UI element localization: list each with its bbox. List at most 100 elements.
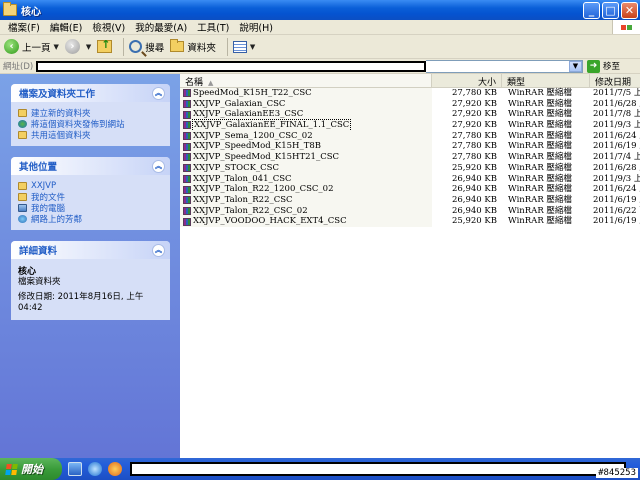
winrar-archive-icon bbox=[183, 100, 191, 109]
file-type: WinRAR 壓縮檔 bbox=[508, 162, 572, 173]
back-button[interactable]: ‹ 上一頁 ▼ bbox=[4, 37, 59, 57]
file-row[interactable]: XXJVP_SpeedMod_K15H_T8B 27,780 KB WinRAR 壓… bbox=[180, 141, 640, 153]
task-pane: 檔案及資料夾工作 ︽ 建立新的資料夾 將這個資料夾發佈到網站 共用這個資料夾 其… bbox=[0, 74, 180, 458]
file-name-cell[interactable]: XXJVP_Talon_R22_CSC_02 bbox=[180, 205, 432, 217]
other-places-panel: 其他位置 ︽ XXJVP 我的文件 我的電腦 網路上的芳鄰 bbox=[11, 157, 170, 230]
file-type: WinRAR 壓縮檔 bbox=[508, 120, 572, 131]
file-name: XXJVP_Talon_R22_CSC_02 bbox=[193, 205, 308, 216]
task-publish-web[interactable]: 將這個資料夾發佈到網站 bbox=[18, 118, 164, 130]
folder-icon bbox=[18, 181, 27, 190]
address-field-redacted[interactable] bbox=[36, 60, 426, 72]
window-title: 核心 bbox=[21, 6, 41, 18]
column-date[interactable]: 修改日期 bbox=[590, 74, 640, 87]
file-name-cell[interactable]: XXJVP_Talon_R22_CSC bbox=[180, 194, 432, 206]
winrar-archive-icon bbox=[183, 217, 191, 226]
go-button[interactable]: 移至 bbox=[603, 60, 620, 72]
file-name-cell[interactable]: XXJVP_Talon_041_CSC bbox=[180, 173, 432, 185]
task-new-folder[interactable]: 建立新的資料夾 bbox=[18, 107, 164, 119]
details-panel: 詳細資料 ︽ 核心 檔案資料夾 修改日期: 2011年8月16日, 上午 04:… bbox=[11, 241, 170, 320]
folder-icon bbox=[3, 2, 17, 16]
place-my-documents[interactable]: 我的文件 bbox=[18, 191, 164, 203]
winrar-archive-icon bbox=[183, 142, 191, 151]
forward-button[interactable]: › ▼ bbox=[64, 37, 91, 57]
title-bar[interactable]: 核心 _ □ ✕ bbox=[0, 0, 640, 20]
menu-edit[interactable]: 編輯(E) bbox=[45, 20, 87, 34]
my-documents-icon bbox=[18, 192, 27, 201]
internet-explorer-icon[interactable] bbox=[88, 462, 102, 476]
chevron-down-icon: ▼ bbox=[249, 42, 256, 51]
collapse-icon[interactable]: ︽ bbox=[152, 243, 165, 257]
menu-file[interactable]: 檔案(F) bbox=[3, 20, 45, 34]
file-name: SpeedMod_K15H_T22_CSC bbox=[193, 88, 312, 98]
menu-tools[interactable]: 工具(T) bbox=[192, 20, 234, 34]
file-name-cell[interactable]: XXJVP_Sema_1200_CSC_02 bbox=[180, 130, 432, 142]
maximize-button[interactable]: □ bbox=[602, 1, 619, 19]
place-xxjvp[interactable]: XXJVP bbox=[18, 180, 164, 191]
go-arrow-icon[interactable]: ➜ bbox=[587, 59, 600, 73]
folders-button[interactable]: 資料夾 bbox=[170, 37, 216, 57]
file-date: 2011/9/3 上午 bbox=[593, 173, 640, 184]
file-list[interactable]: 名稱 ▲ 大小 類型 修改日期 SpeedMod_K15H_T22_CSC 27,7… bbox=[180, 74, 640, 458]
file-size: 26,940 KB bbox=[451, 173, 497, 184]
up-folder-button[interactable] bbox=[97, 37, 113, 57]
chevron-down-icon[interactable]: ▼ bbox=[54, 43, 59, 51]
menu-bar: 檔案(F) 編輯(E) 檢視(V) 我的最愛(A) 工具(T) 說明(H) bbox=[0, 20, 640, 35]
collapse-icon[interactable]: ︽ bbox=[152, 86, 165, 100]
file-date: 2011/6/19 上午 bbox=[593, 194, 640, 205]
address-bar: 網址(D) ▼ ➜ 移至 bbox=[0, 59, 640, 74]
file-row[interactable]: XXJVP_VOODOO_HACK_EXT4_CSC 25,920 KB WinRA… bbox=[180, 216, 640, 227]
file-row[interactable]: XXJVP_STOCK_CSC 25,920 KB WinRAR 壓縮檔 2011/6… bbox=[180, 162, 640, 174]
file-date: 2011/6/19 上午 bbox=[593, 141, 640, 152]
file-row[interactable]: XXJVP_Talon_041_CSC 26,940 KB WinRAR 壓縮檔 20… bbox=[180, 173, 640, 185]
file-tasks-header[interactable]: 檔案及資料夾工作 ︽ bbox=[11, 84, 170, 102]
back-arrow-icon: ‹ bbox=[4, 39, 19, 54]
file-date: 2011/7/4 上午 bbox=[593, 152, 640, 163]
file-row[interactable]: XXJVP_GalaxianEE_FINAL_1.1_CSC 27,920 KB W… bbox=[180, 119, 640, 132]
column-name[interactable]: 名稱 ▲ bbox=[180, 74, 432, 87]
file-name-cell[interactable]: XXJVP_STOCK_CSC bbox=[180, 162, 432, 174]
panel-title: 其他位置 bbox=[19, 162, 58, 173]
column-type[interactable]: 類型 bbox=[502, 74, 590, 87]
column-size[interactable]: 大小 bbox=[432, 74, 502, 87]
start-button[interactable]: 開始 bbox=[0, 458, 62, 480]
file-name-cell[interactable]: XXJVP_SpeedMod_K15HT21_CSC bbox=[180, 152, 432, 163]
file-row[interactable]: XXJVP_Talon_R22_1200_CSC_02 26,940 KB WinR… bbox=[180, 184, 640, 195]
task-share-folder[interactable]: 共用這個資料夾 bbox=[18, 129, 164, 141]
details-header[interactable]: 詳細資料 ︽ bbox=[11, 241, 170, 259]
file-row[interactable]: XXJVP_Talon_R22_CSC 26,940 KB WinRAR 壓縮檔 20… bbox=[180, 194, 640, 206]
place-network[interactable]: 網路上的芳鄰 bbox=[18, 213, 164, 225]
file-row[interactable]: XXJVP_SpeedMod_K15HT21_CSC 27,780 KB WinRA… bbox=[180, 152, 640, 163]
file-name-cell[interactable]: XXJVP_SpeedMod_K15H_T8B bbox=[180, 141, 432, 153]
file-row[interactable]: SpeedMod_K15H_T22_CSC 27,780 KB WinRAR 壓縮檔… bbox=[180, 88, 640, 99]
column-headers: 名稱 ▲ 大小 類型 修改日期 bbox=[180, 74, 640, 88]
search-button[interactable]: 搜尋 bbox=[129, 37, 164, 57]
file-type: WinRAR 壓縮檔 bbox=[508, 152, 572, 163]
file-row[interactable]: XXJVP_Galaxian_CSC 27,920 KB WinRAR 壓縮檔 201… bbox=[180, 98, 640, 110]
close-button[interactable]: ✕ bbox=[621, 1, 638, 19]
file-name-cell[interactable]: XXJVP_VOODOO_HACK_EXT4_CSC bbox=[180, 216, 432, 227]
menu-help[interactable]: 說明(H) bbox=[234, 20, 278, 34]
file-name-cell[interactable]: XXJVP_GalaxianEE3_CSC bbox=[180, 109, 432, 121]
file-name-cell[interactable]: XXJVP_Talon_R22_1200_CSC_02 bbox=[180, 184, 432, 195]
chevron-down-icon[interactable]: ▼ bbox=[86, 43, 91, 51]
file-name-cell[interactable]: XXJVP_Galaxian_CSC bbox=[180, 98, 432, 110]
address-field[interactable]: ▼ bbox=[426, 59, 583, 73]
file-name-cell[interactable]: SpeedMod_K15H_T22_CSC bbox=[180, 88, 432, 99]
firefox-icon[interactable] bbox=[108, 462, 122, 476]
menu-view[interactable]: 檢視(V) bbox=[87, 20, 130, 34]
menu-favorites[interactable]: 我的最愛(A) bbox=[130, 20, 192, 34]
minimize-button[interactable]: _ bbox=[583, 1, 600, 19]
file-row[interactable]: XXJVP_GalaxianEE3_CSC 27,920 KB WinRAR 壓縮檔… bbox=[180, 109, 640, 121]
show-desktop-icon[interactable] bbox=[68, 462, 82, 476]
file-row[interactable]: XXJVP_Talon_R22_CSC_02 26,940 KB WinRAR 壓縮… bbox=[180, 205, 640, 217]
file-name: XXJVP_SpeedMod_K15H_T8B bbox=[193, 141, 322, 152]
network-icon bbox=[18, 214, 27, 223]
other-places-header[interactable]: 其他位置 ︽ bbox=[11, 157, 170, 175]
collapse-icon[interactable]: ︽ bbox=[152, 159, 165, 173]
place-my-computer[interactable]: 我的電腦 bbox=[18, 202, 164, 214]
file-row[interactable]: XXJVP_Sema_1200_CSC_02 27,780 KB WinRAR 壓縮… bbox=[180, 130, 640, 142]
file-name-cell[interactable]: XXJVP_GalaxianEE_FINAL_1.1_CSC bbox=[180, 119, 432, 132]
chevron-down-icon[interactable]: ▼ bbox=[569, 60, 582, 72]
views-button[interactable]: ▼ bbox=[232, 37, 256, 57]
winrar-archive-icon bbox=[183, 206, 191, 215]
